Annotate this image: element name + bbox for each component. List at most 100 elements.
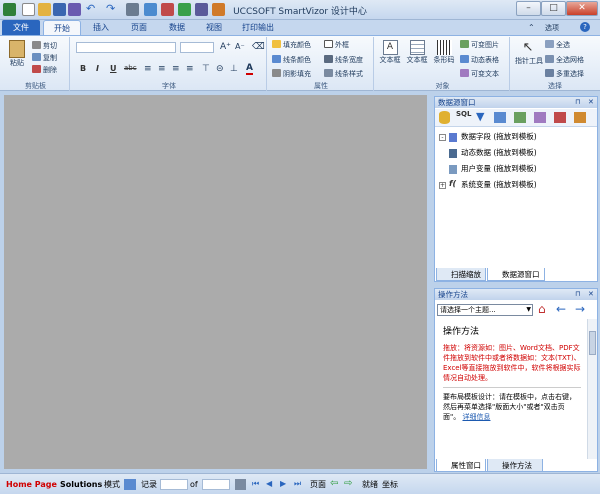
options-label[interactable]: 选项: [545, 23, 559, 33]
select-all-grid-button[interactable]: 全选网格: [545, 55, 584, 65]
line-style-button[interactable]: 线条样式: [324, 69, 363, 79]
tool-icon-d[interactable]: [554, 112, 566, 123]
outer-frame-button[interactable]: 外框: [324, 40, 349, 50]
tree-expand-icon-0[interactable]: -: [439, 134, 446, 141]
save-icon[interactable]: [53, 3, 66, 16]
record-tool-icon[interactable]: [235, 479, 246, 490]
grow-font-icon[interactable]: A⁺: [220, 42, 231, 52]
line-width-button[interactable]: 线条宽度: [324, 55, 363, 65]
tab-operation-method[interactable]: 操作方法: [487, 459, 543, 472]
tree-item-data-field[interactable]: 数据字段 (拖放到模板): [461, 131, 537, 143]
valign-middle-icon[interactable]: ⊝: [216, 64, 224, 74]
fill-color-button[interactable]: 填充颜色: [272, 40, 311, 50]
variable-image-button[interactable]: 可变图片: [460, 40, 499, 50]
tab-properties-window[interactable]: 属性窗口: [436, 459, 486, 472]
forward-arrow-icon[interactable]: →: [575, 302, 585, 316]
pane-close-icon[interactable]: ✕: [588, 97, 594, 108]
valign-top-icon[interactable]: ⊤: [202, 64, 210, 74]
line-color-button[interactable]: 线条颜色: [272, 55, 311, 65]
home-page-link[interactable]: Home Page: [6, 479, 57, 490]
tab-page[interactable]: 页面: [122, 20, 156, 35]
cut-button[interactable]: 剪切: [32, 41, 57, 51]
tree-item-user-variable[interactable]: 用户变量 (拖放到模板): [461, 163, 537, 175]
preview-icon[interactable]: [144, 3, 157, 16]
record-input[interactable]: [160, 479, 188, 490]
select-all-button[interactable]: 全选: [545, 40, 570, 50]
tool-icon-c[interactable]: [534, 112, 546, 123]
underline-button[interactable]: U: [110, 64, 117, 73]
design-canvas[interactable]: [0, 92, 430, 472]
paste-button[interactable]: 粘贴: [6, 40, 28, 70]
italic-button[interactable]: I: [96, 64, 99, 73]
topic-select[interactable]: 请选择一个主题... ▼: [437, 304, 533, 316]
text-frame-button[interactable]: A 文本框: [379, 40, 401, 65]
home-icon[interactable]: ⌂: [538, 302, 546, 316]
align-right-icon[interactable]: ≡: [172, 64, 180, 74]
tab-file[interactable]: 文件: [2, 20, 40, 35]
pin-icon[interactable]: ⊓: [575, 97, 580, 108]
strikethrough-button[interactable]: abc: [124, 64, 137, 72]
back-arrow-icon[interactable]: ←: [556, 302, 566, 316]
help-scrollbar[interactable]: [587, 319, 597, 459]
tab-scan-zoom[interactable]: 扫描缩放: [436, 268, 486, 281]
font-family-combo[interactable]: [76, 42, 176, 53]
clear-format-icon[interactable]: ⌫: [252, 42, 265, 52]
tree-item-dynamic-data[interactable]: 动态数据 (拖放到模板): [461, 147, 537, 159]
justify-icon[interactable]: ≡: [186, 64, 194, 74]
barcode-button[interactable]: 条形码: [433, 40, 455, 65]
bold-button[interactable]: B: [80, 64, 86, 73]
save-as-icon[interactable]: [68, 3, 81, 16]
tab-datasource-window[interactable]: 数据源窗口: [487, 268, 545, 281]
tool-icon-b[interactable]: [514, 112, 526, 123]
tab-view[interactable]: 视图: [197, 20, 231, 35]
dynamic-table-button[interactable]: 动态表格: [460, 55, 499, 65]
help-up-icon[interactable]: ⌃: [528, 23, 535, 33]
variable-text-button[interactable]: 可变文本: [460, 69, 499, 79]
shadow-button[interactable]: 阴影填充: [272, 69, 311, 79]
multi-select-button[interactable]: 多重选择: [545, 69, 584, 79]
shrink-font-icon[interactable]: A⁻: [235, 42, 245, 52]
delete-button[interactable]: 删除: [32, 65, 57, 75]
first-page-icon[interactable]: ⏮: [252, 479, 259, 489]
tool-icon-a[interactable]: [494, 112, 506, 123]
align-left-icon[interactable]: ≡: [144, 64, 152, 74]
tool-icon-e[interactable]: [574, 112, 586, 123]
filter-icon[interactable]: ▼: [476, 110, 484, 123]
help-icon[interactable]: ?: [580, 22, 590, 32]
help-pin-icon[interactable]: ⊓: [575, 289, 580, 300]
tool-icon-1[interactable]: [161, 3, 174, 16]
prev-page-icon[interactable]: ◀: [266, 479, 272, 488]
minimize-button[interactable]: –: [516, 1, 541, 16]
valign-bottom-icon[interactable]: ⊥: [230, 64, 238, 74]
solutions-link[interactable]: Solutions: [60, 479, 102, 490]
tree-expand-icon-3[interactable]: +: [439, 182, 446, 189]
print-icon[interactable]: [126, 3, 139, 16]
text-box-button[interactable]: 文本框: [405, 40, 429, 65]
help-scroll-thumb[interactable]: [589, 331, 596, 355]
copy-button[interactable]: 复制: [32, 53, 57, 63]
tab-insert[interactable]: 插入: [84, 20, 118, 35]
font-size-combo[interactable]: [180, 42, 214, 53]
align-center-icon[interactable]: ≡: [158, 64, 166, 74]
tool-icon-2[interactable]: [178, 3, 191, 16]
sql-icon[interactable]: SQL: [456, 110, 471, 118]
database-icon[interactable]: [439, 111, 450, 124]
next-page-icon[interactable]: ▶: [280, 479, 286, 488]
tab-print-output[interactable]: 打印输出: [234, 20, 282, 35]
tab-home[interactable]: 开始: [43, 20, 81, 35]
page-back-icon[interactable]: ⇦: [330, 478, 338, 489]
maximize-button[interactable]: □: [541, 1, 566, 16]
close-button[interactable]: ✕: [566, 1, 598, 16]
help-detail-link[interactable]: 详细信息: [462, 413, 490, 421]
undo-icon[interactable]: ↶: [86, 3, 99, 16]
tree-item-system-variable[interactable]: 系统变量 (拖放到模板): [461, 179, 537, 191]
new-icon[interactable]: [22, 3, 35, 16]
tab-data[interactable]: 数据: [160, 20, 194, 35]
help-close-icon[interactable]: ✕: [588, 289, 594, 300]
redo-icon[interactable]: ↷: [106, 3, 119, 16]
font-color-icon[interactable]: A: [246, 63, 253, 75]
page-forward-icon[interactable]: ⇨: [344, 478, 352, 489]
pointer-tool-button[interactable]: ↖ 指针工具: [515, 40, 543, 66]
mode-icon[interactable]: [124, 479, 136, 490]
open-icon[interactable]: [38, 3, 51, 16]
